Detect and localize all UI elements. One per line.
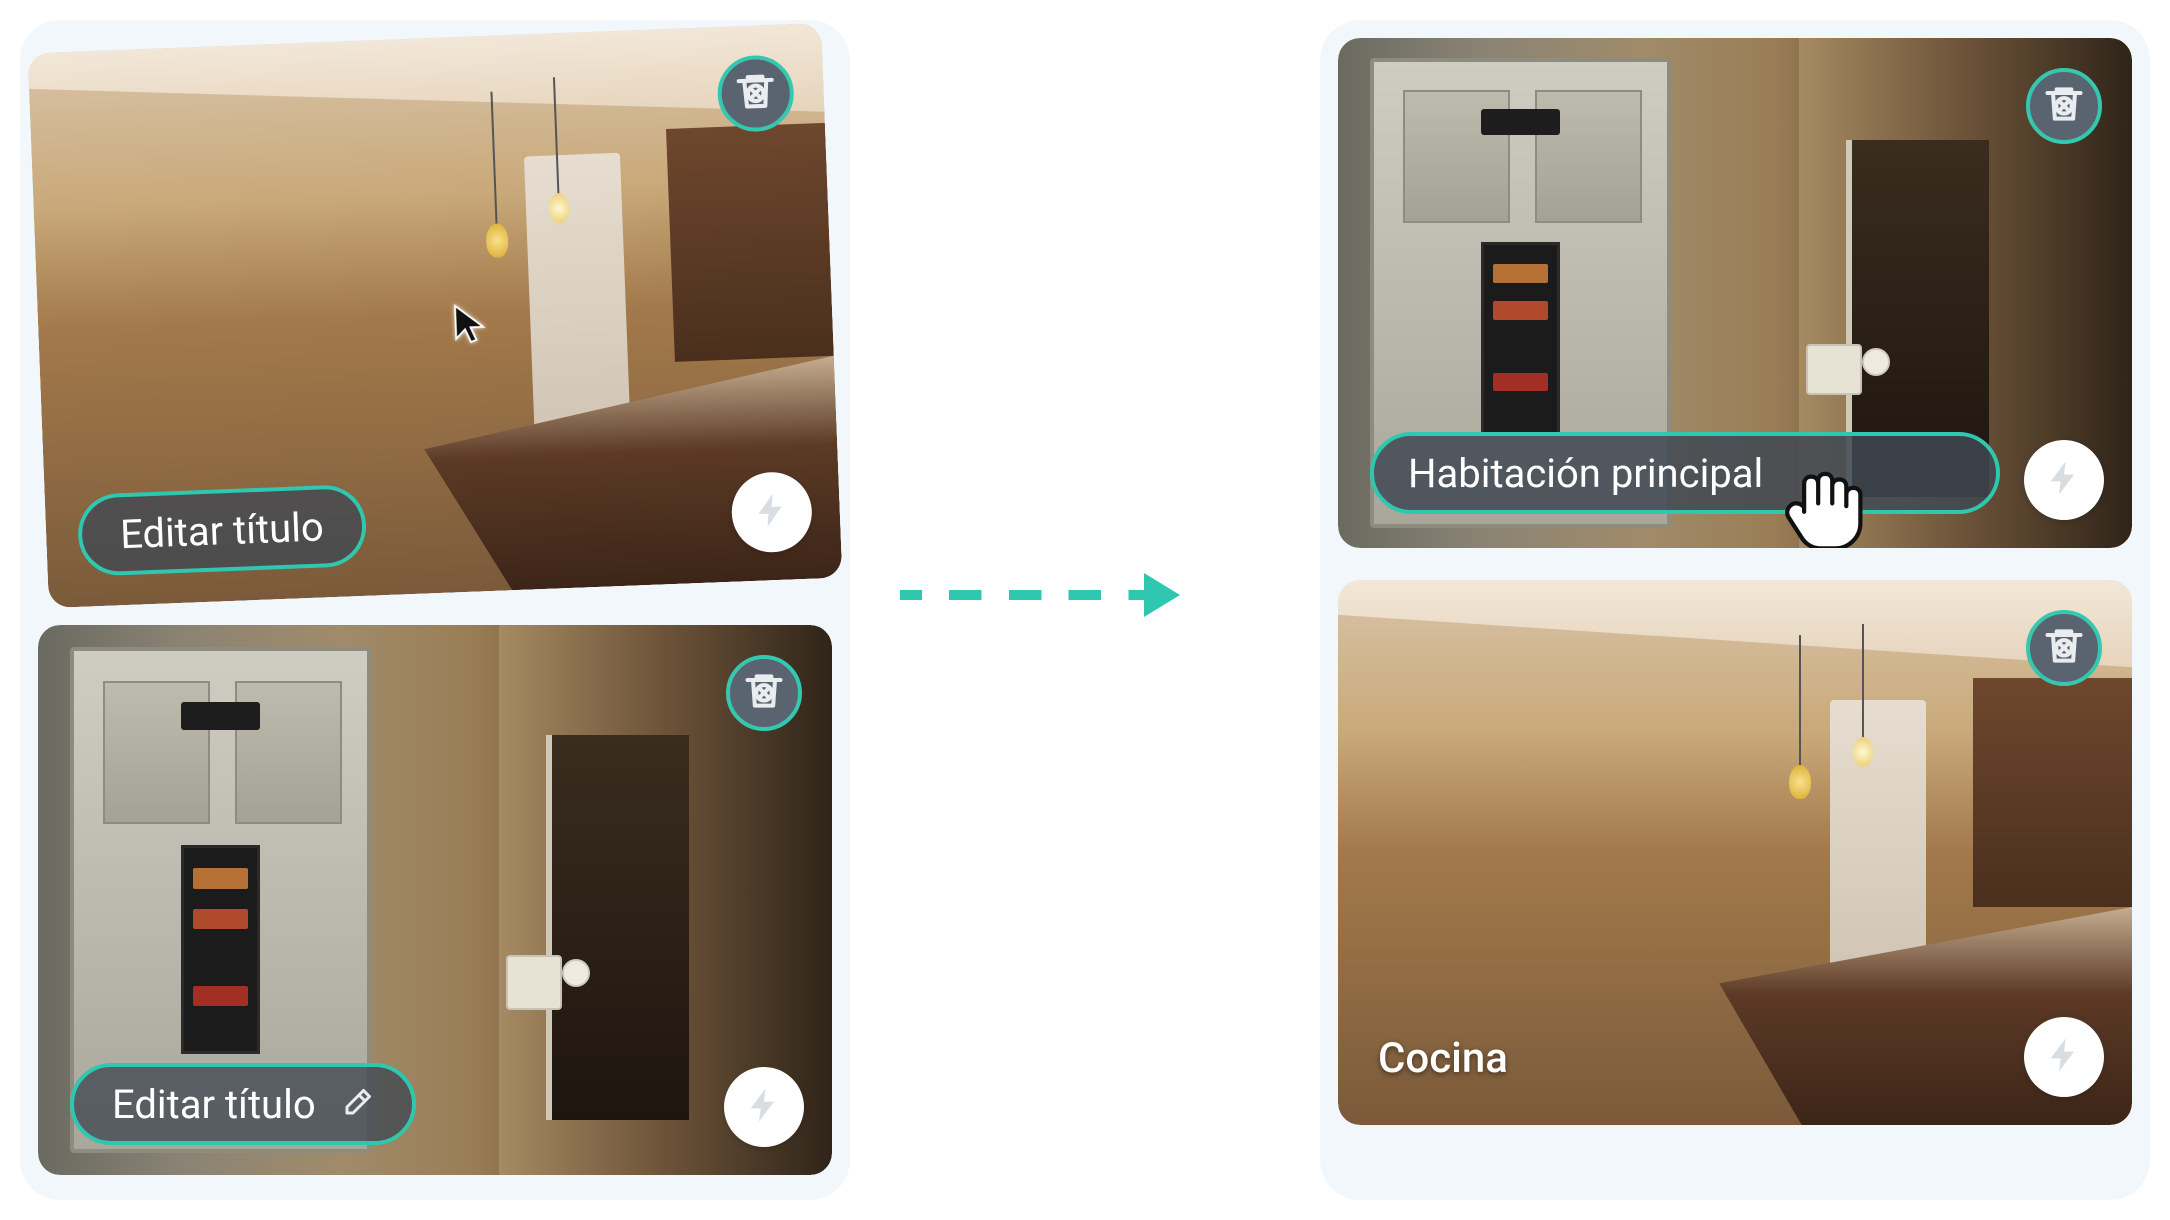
transition-arrow — [900, 575, 1180, 615]
lightning-icon — [751, 489, 793, 535]
pencil-icon — [338, 1086, 374, 1122]
trash-cancel-icon — [2042, 82, 2086, 130]
photo-title-label: Cocina — [1378, 1034, 1508, 1083]
delete-button[interactable] — [726, 655, 802, 731]
trash-cancel-icon — [742, 669, 786, 717]
edit-title-label: Editar título — [119, 503, 324, 558]
after-column: Habitación principal — [1320, 20, 2150, 1200]
delete-button[interactable] — [2026, 68, 2102, 144]
edit-title-button[interactable]: Editar título — [77, 484, 368, 577]
photo-card[interactable]: Editar título — [38, 625, 832, 1175]
edit-title-button[interactable]: Editar título — [70, 1063, 416, 1145]
edit-title-label: Editar título — [112, 1081, 316, 1128]
trash-cancel-icon — [2042, 624, 2086, 672]
photo-card[interactable]: Habitación principal — [1338, 38, 2132, 548]
photo-card[interactable]: Editar título — [28, 23, 843, 608]
flash-button[interactable] — [2024, 1017, 2104, 1097]
arrow-dash-line — [900, 590, 1148, 600]
arrow-head-icon — [1144, 573, 1180, 617]
title-input-value: Habitación principal — [1408, 450, 1763, 497]
lightning-icon — [2044, 1035, 2084, 1079]
before-column: Editar título — [20, 20, 850, 1200]
lightning-icon — [744, 1085, 784, 1129]
cursor-hand-icon — [1776, 464, 1866, 548]
trash-cancel-icon — [733, 69, 779, 119]
lightning-icon — [2044, 458, 2084, 502]
photo-card[interactable]: Cocina — [1338, 580, 2132, 1125]
delete-button[interactable] — [2026, 610, 2102, 686]
title-input[interactable]: Habitación principal — [1370, 432, 2000, 514]
flash-button[interactable] — [2024, 440, 2104, 520]
flash-button[interactable] — [724, 1067, 804, 1147]
cursor-arrow-icon — [448, 301, 494, 347]
